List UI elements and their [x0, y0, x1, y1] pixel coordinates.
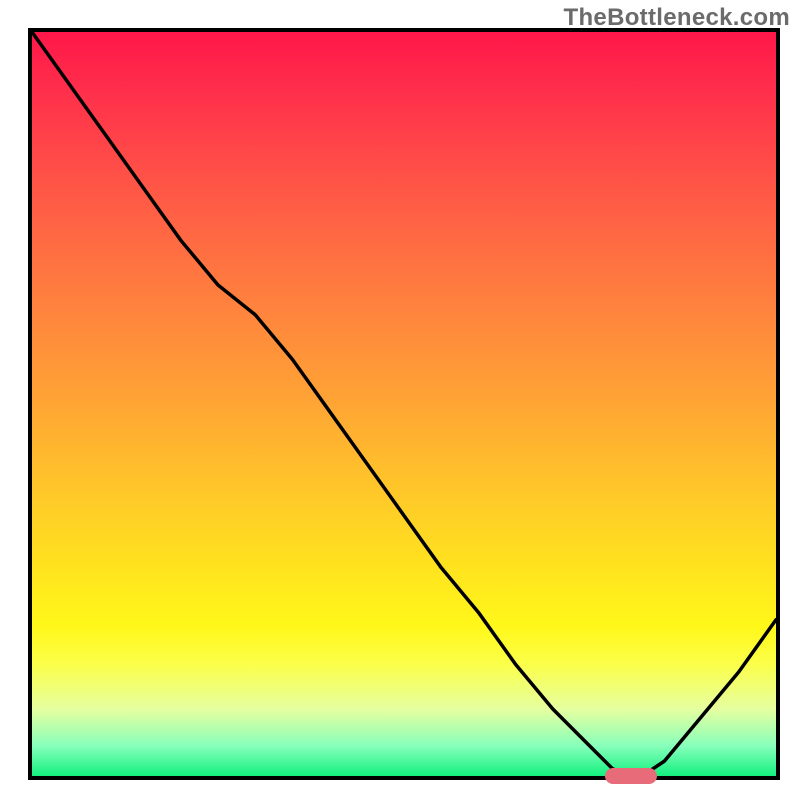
bottleneck-curve — [32, 32, 776, 776]
watermark-text: TheBottleneck.com — [564, 4, 790, 32]
optimal-marker — [605, 768, 657, 784]
curve-svg — [32, 32, 776, 776]
chart-container: TheBottleneck.com — [0, 0, 800, 800]
plot-area — [28, 28, 780, 780]
